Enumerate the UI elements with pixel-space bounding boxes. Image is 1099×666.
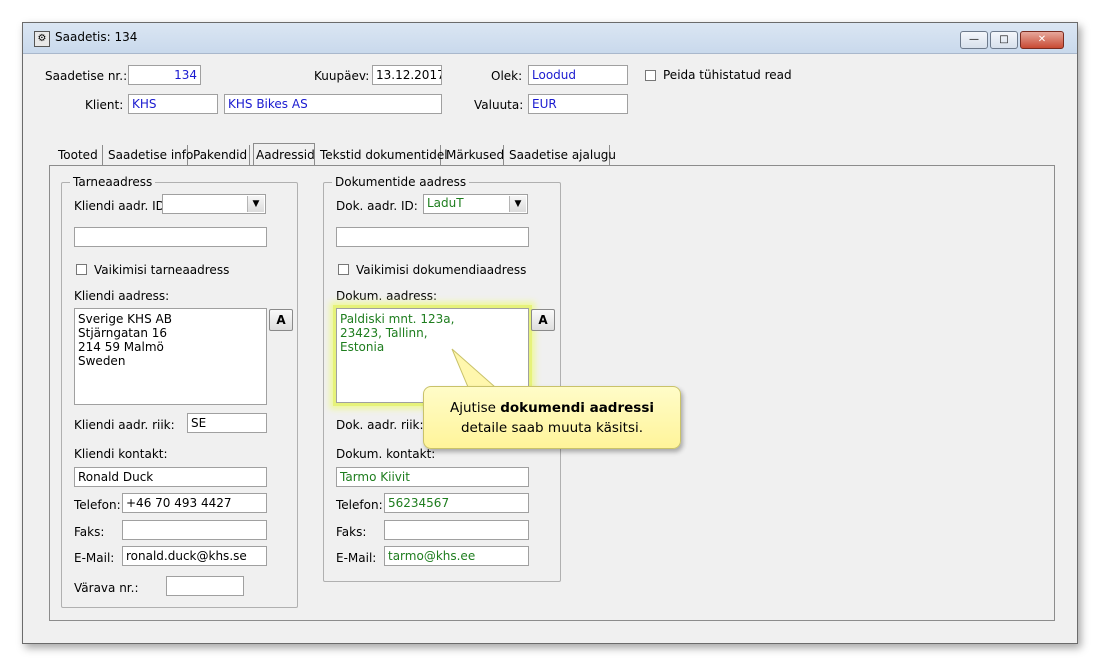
documents-default-label: Vaikimisi dokumendiaadress <box>356 263 527 277</box>
chevron-down-icon[interactable]: ▼ <box>247 196 264 212</box>
callout-line2: detaile saab muuta käsitsi. <box>460 420 644 436</box>
delivery-email-label: E-Mail: <box>74 551 115 565</box>
tab-aadressid[interactable]: Aadressid <box>253 143 315 167</box>
delivery-default-label: Vaikimisi tarneaadress <box>94 263 230 277</box>
client-code-field[interactable]: KHS <box>128 94 218 114</box>
close-button[interactable]: ✕ <box>1020 31 1064 49</box>
delivery-gate-field[interactable] <box>166 576 244 596</box>
callout-bold: dokumendi aadressi <box>500 400 654 416</box>
delivery-addr-id-select[interactable]: ▼ <box>162 194 266 214</box>
delivery-address-edit-button[interactable]: A <box>269 309 293 331</box>
currency-field[interactable]: EUR <box>528 94 628 114</box>
documents-email-label: E-Mail: <box>336 551 377 565</box>
maximize-button[interactable]: □ <box>990 31 1018 49</box>
delivery-address-label: Kliendi aadress: <box>74 289 170 303</box>
delivery-phone-label: Telefon: <box>74 498 121 512</box>
documents-address-edit-button[interactable]: A <box>531 309 555 331</box>
documents-addr-name-field[interactable] <box>336 227 529 247</box>
delivery-group-title: Tarneaadress <box>70 175 156 189</box>
documents-group-title: Dokumentide aadress <box>332 175 470 189</box>
tab-tekstid-dokumentidel[interactable]: Tekstid dokumentidel <box>318 145 448 165</box>
documents-fax-field[interactable] <box>384 520 529 540</box>
chevron-down-icon[interactable]: ▼ <box>509 196 526 212</box>
minimize-button[interactable]: — <box>960 31 988 49</box>
documents-addr-id-label: Dok. aadr. ID: <box>336 199 418 213</box>
status-label: Olek: <box>491 69 523 83</box>
delivery-fax-field[interactable] <box>122 520 267 540</box>
documents-contact-field[interactable]: Tarmo Kiivit <box>336 467 529 487</box>
documents-contact-label: Dokum. kontakt: <box>336 447 436 461</box>
date-label: Kuupäev: <box>314 69 370 83</box>
documents-addr-id-value: LaduT <box>427 196 464 210</box>
date-field[interactable]: 13.12.2017 <box>372 65 442 85</box>
tab-markused[interactable]: Märkused <box>444 145 504 165</box>
shipment-window: ⚙ Saadetis: 134 — □ ✕ Saadetise nr.: 134… <box>22 22 1078 644</box>
callout-prefix: Ajutise <box>450 400 501 416</box>
shipment-no-label: Saadetise nr.: <box>45 69 128 83</box>
hide-deleted-checkbox[interactable] <box>645 70 656 81</box>
delivery-contact-label: Kliendi kontakt: <box>74 447 168 461</box>
tab-pakendid[interactable]: Pakendid <box>191 145 250 165</box>
delivery-address-textarea[interactable]: Sverige KHS AB Stjärngatan 16 214 59 Mal… <box>74 308 267 405</box>
delivery-fax-label: Faks: <box>74 525 105 539</box>
delivery-addr-name-field[interactable] <box>74 227 267 247</box>
documents-default-checkbox[interactable] <box>338 264 349 275</box>
client-label: Klient: <box>85 98 124 112</box>
currency-label: Valuuta: <box>474 98 524 112</box>
status-field[interactable]: Loodud <box>528 65 628 85</box>
documents-fax-label: Faks: <box>336 525 367 539</box>
client-name-field[interactable]: KHS Bikes AS <box>224 94 442 114</box>
documents-phone-label: Telefon: <box>336 498 383 512</box>
title-bar: ⚙ Saadetis: 134 — □ ✕ <box>23 23 1077 54</box>
delivery-default-checkbox[interactable] <box>76 264 87 275</box>
documents-addr-id-select[interactable]: LaduT ▼ <box>423 194 528 214</box>
shipment-no-field[interactable]: 134 <box>128 65 201 85</box>
tab-tooted[interactable]: Tooted <box>56 145 103 165</box>
hide-deleted-label: Peida tühistatud read <box>663 68 792 82</box>
app-gear-icon: ⚙ <box>34 31 50 47</box>
documents-phone-field[interactable]: 56234567 <box>384 493 529 513</box>
delivery-email-field[interactable]: ronald.duck@khs.se <box>122 546 267 566</box>
tab-saadetise-info[interactable]: Saadetise info <box>106 145 193 165</box>
documents-address-label: Dokum. aadress: <box>336 289 438 303</box>
tab-saadetise-ajalugu[interactable]: Saadetise ajalugu <box>507 145 616 165</box>
documents-country-label: Dok. aadr. riik: <box>336 418 424 432</box>
delivery-country-field[interactable]: SE <box>187 413 267 433</box>
documents-email-field[interactable]: tarmo@khs.ee <box>384 546 529 566</box>
delivery-addr-id-label: Kliendi aadr. ID: <box>74 199 169 213</box>
delivery-phone-field[interactable]: +46 70 493 4427 <box>122 493 267 513</box>
callout-tooltip: Ajutise dokumendi aadressi detaile saab … <box>423 386 681 449</box>
delivery-gate-label: Värava nr.: <box>74 581 139 595</box>
delivery-contact-field[interactable]: Ronald Duck <box>74 467 267 487</box>
delivery-country-label: Kliendi aadr. riik: <box>74 418 175 432</box>
window-title: Saadetis: 134 <box>55 30 138 44</box>
